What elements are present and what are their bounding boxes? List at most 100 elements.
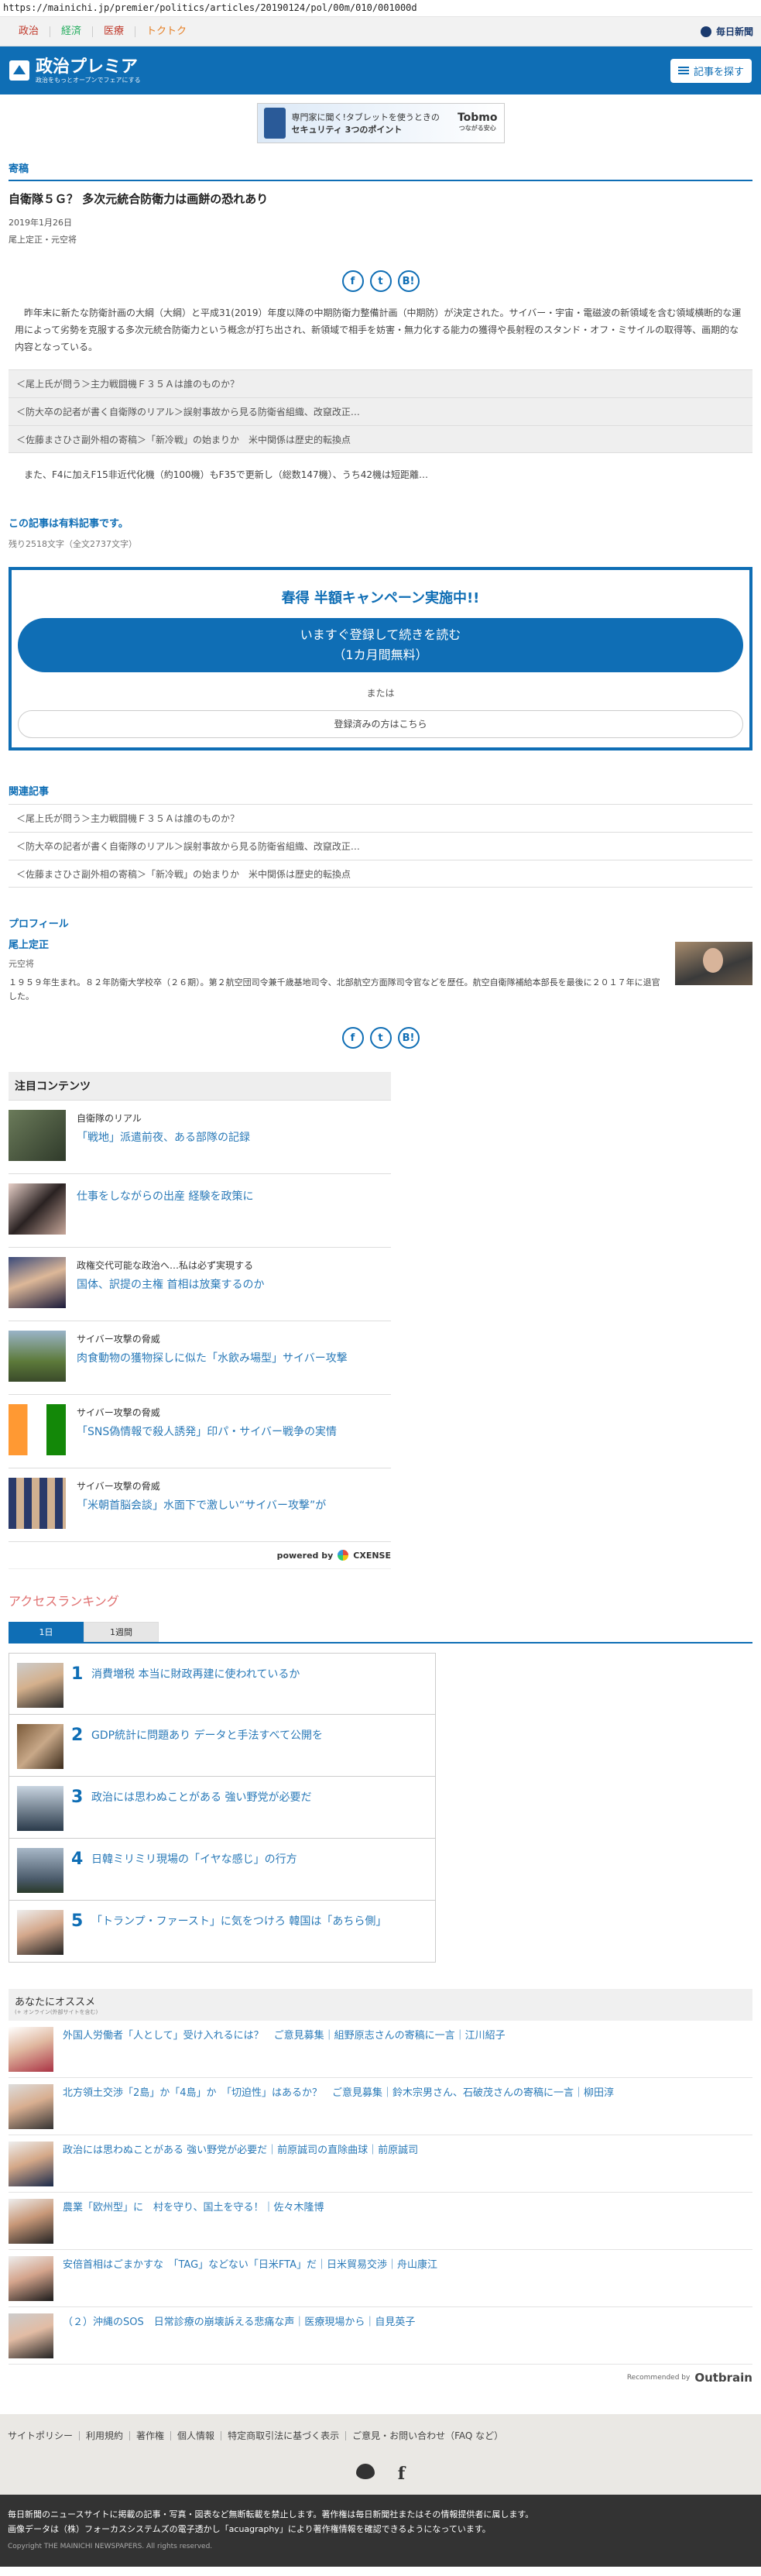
footer-link-copyright[interactable]: 著作権 [130, 2431, 172, 2440]
related-article-link[interactable]: ＜佐藤まさひさ副外相の寄稿＞「新冷戦」の始まりか 米中関係は歴史的転換点 [9, 860, 752, 888]
hatena-bookmark-icon[interactable]: B! [397, 1027, 420, 1049]
ranking-title[interactable]: 「トランプ・ファースト」に気をつけろ 韓国は「あちら側」 [91, 1913, 386, 1929]
tab-daily[interactable]: 1日 [9, 1622, 84, 1642]
ranking-item[interactable]: 1 消費増税 本当に財政再建に使われているか [9, 1653, 436, 1715]
attention-thumbnail [9, 1257, 66, 1308]
ranking-title[interactable]: GDP統計に問題あり データと手法すべて公開を [91, 1727, 323, 1743]
recommend-item[interactable]: 北方領土交渉「2島」か「4島」か 「切迫性」はあるか？ ご意見募集｜鈴木宗男さん… [9, 2078, 752, 2135]
twitter-icon[interactable] [355, 2464, 375, 2479]
access-ranking-heading: アクセスランキング [9, 1594, 119, 1609]
twitter-share-icon[interactable]: t [369, 270, 392, 292]
nav-link-medical[interactable]: 医療 [93, 26, 136, 37]
hatena-bookmark-icon[interactable]: B! [397, 270, 420, 292]
ranking-item[interactable]: 5 「トランプ・ファースト」に気をつけろ 韓国は「あちら側」 [9, 1901, 436, 1963]
recommend-item[interactable]: 外国人労働者「人として」受け入れるには？ ご意見募集｜組野原志さんの寄稿に一言｜… [9, 2021, 752, 2078]
ranking-title[interactable]: 日韓ミリミリ現場の「イヤな感じ」の行方 [91, 1851, 297, 1867]
footer-link-contact[interactable]: ご意見・お問い合わせ（FAQ など） [346, 2431, 509, 2440]
recommend-title[interactable]: 外国人労働者「人として」受け入れるには？ ご意見募集｜組野原志さんの寄稿に一言｜… [63, 2028, 506, 2068]
facebook-icon[interactable]: f [398, 2464, 405, 2484]
recommend-item[interactable]: 政治には思わぬことがある 強い野党が必要だ｜前原誠司の直除曲球｜前原誠司 [9, 2135, 752, 2193]
outbrain-label: Recommended by [626, 2374, 691, 2382]
attention-item[interactable]: 自衛隊のリアル 「戦地」派遣前夜、ある部隊の記録 [9, 1101, 391, 1174]
attention-heading: 注目コンテンツ [9, 1072, 391, 1101]
cxense-logo-icon [338, 1550, 349, 1561]
mainichi-logo[interactable]: 毎日新聞 [700, 25, 753, 38]
attention-thumbnail [9, 1331, 66, 1382]
nav-link-economy[interactable]: 経済 [50, 26, 94, 37]
attention-item[interactable]: サイバー攻撃の脅威 肉食動物の獲物探しに似た「水飲み場型」サイバー攻撃 [9, 1321, 391, 1395]
recommend-title[interactable]: （２）沖縄のSOS 日常診療の崩壊訴える悲痛な声｜医療現場から｜自見英子 [63, 2315, 415, 2354]
attention-item[interactable]: サイバー攻撃の脅威「米朝首脳会談」水面下で激しい“サイバー攻撃”が [9, 1468, 391, 1542]
recommend-item[interactable]: 安倍首相はごまかすな 「TAG」などない「日米FTA」だ｜日米貿易交渉｜舟山康江 [9, 2250, 752, 2307]
site-footer: サイトポリシー 利用規約 著作権 個人情報 特定商取引法に基づく表示 ご意見・お… [0, 2414, 761, 2495]
brand-logo-icon [9, 60, 29, 81]
article-lead: 昨年末に新たな防衛計画の大綱（大綱）と平成31(2019）年度以降の中期防衛力整… [15, 307, 742, 352]
attention-title[interactable]: 「米朝首脳会談」水面下で激しい“サイバー攻撃”が [77, 1497, 326, 1513]
footer-link-site-policy[interactable]: サイトポリシー [8, 2431, 81, 2440]
search-articles-button[interactable]: 記事を探す [670, 58, 752, 83]
ad-brand-sub: つながる安心 [458, 125, 496, 132]
recommend-subheading: (+ オンライン(外部サイトを含む) [15, 2009, 98, 2015]
recommend-thumbnail [9, 2313, 53, 2358]
twitter-share-icon[interactable]: t [369, 1027, 392, 1049]
attention-thumbnail [9, 1404, 66, 1455]
attention-item[interactable]: 仕事をしながらの出産 経験を政策に [9, 1174, 391, 1248]
nav-link-tokutoku[interactable]: トクトク [135, 26, 197, 37]
ad-banner[interactable]: 専門家に聞く!タブレットを使うときの セキュリティ 3つのポイント Tobmo … [256, 103, 505, 143]
recommend-title[interactable]: 農業「欧州型」に 村を守り、国土を守る！｜佐々木隆博 [63, 2200, 324, 2240]
recommend-item[interactable]: （２）沖縄のSOS 日常診療の崩壊訴える悲痛な声｜医療現場から｜自見英子 [9, 2307, 752, 2365]
attention-title[interactable]: 「戦地」派遣前夜、ある部隊の記録 [77, 1129, 250, 1145]
attention-thumbnail [9, 1110, 66, 1161]
nav-link-politics[interactable]: 政治 [8, 26, 51, 37]
recommend-thumbnail [9, 2199, 53, 2244]
recommend-item[interactable]: 農業「欧州型」に 村を守り、国土を守る！｜佐々木隆博 [9, 2193, 752, 2250]
footer-link-terms[interactable]: 利用規約 [80, 2431, 131, 2440]
attention-title[interactable]: 仕事をしながらの出産 経験を政策に [77, 1188, 253, 1204]
inline-link-item[interactable]: ＜佐藤まさひさ副外相の寄稿＞「新冷戦」の始まりか 米中関係は歴史的転換点 [9, 425, 752, 453]
ranking-title[interactable]: 消費増税 本当に財政再建に使われているか [91, 1666, 300, 1681]
campaign-title: 春得 半額キャンペーン実施中!! [281, 590, 480, 606]
ranking-item[interactable]: 3 政治には思わぬことがある 強い野党が必要だ [9, 1777, 436, 1839]
outbrain-brand: Outbrain [694, 2371, 752, 2385]
inline-link-item[interactable]: ＜防大卒の記者が書く自衛隊のリアル＞誤射事故から見る防衛省組織、改竄改正… [9, 397, 752, 425]
ranking-item[interactable]: 4 日韓ミリミリ現場の「イヤな感じ」の行方 [9, 1839, 436, 1901]
footer-link-privacy[interactable]: 個人情報 [171, 2431, 222, 2440]
inline-link-item[interactable]: ＜尾上氏が問う＞主力戦闘機Ｆ３５Ａは誰のものか？ [9, 369, 752, 397]
footer-links: サイトポリシー 利用規約 著作権 個人情報 特定商取引法に基づく表示 ご意見・お… [8, 2431, 753, 2440]
login-button[interactable]: 登録済みの方はこちら [18, 710, 743, 738]
recommend-thumbnail [9, 2142, 53, 2186]
register-continue-button[interactable]: いますぐ登録して続きを読む （1カ月間無料） [18, 618, 743, 672]
facebook-share-icon[interactable]: f [341, 270, 364, 292]
attention-title[interactable]: 肉食動物の獲物探しに似た「水飲み場型」サイバー攻撃 [77, 1350, 348, 1365]
ranking-number: 2 [71, 1726, 84, 1745]
related-article-link[interactable]: ＜尾上氏が問う＞主力戦闘機Ｆ３５Ａは誰のものか？ [9, 804, 752, 832]
article-date: 2019年1月26日 [9, 218, 72, 228]
facebook-share-icon[interactable]: f [341, 1027, 364, 1049]
ranking-title[interactable]: 政治には思わぬことがある 強い野党が必要だ [91, 1789, 311, 1805]
footer-notice-1: 毎日新聞のニュースサイトに掲載の記事・写真・図表など無断転載を禁止します。著作権… [8, 2509, 534, 2519]
recommend-title[interactable]: 北方領土交渉「2島」か「4島」か 「切迫性」はあるか？ ご意見募集｜鈴木宗男さん… [63, 2086, 614, 2125]
profile-photo [675, 942, 752, 985]
footer-link-commercial-law[interactable]: 特定商取引法に基づく表示 [221, 2431, 347, 2440]
top-nav: 政治 経済 医療 トクトク 毎日新聞 [0, 17, 761, 46]
attention-item[interactable]: 政権交代可能な政治へ…私は必ず実現する 国体、訳提の主権 首相は放棄するのか [9, 1248, 391, 1321]
footer-notice: 毎日新聞のニュースサイトに掲載の記事・写真・図表など無断転載を禁止します。著作権… [0, 2495, 761, 2567]
ranking-item[interactable]: 2 GDP統計に問題あり データと手法すべて公開を [9, 1715, 436, 1777]
recommend-header: あなたにオススメ (+ オンライン(外部サイトを含む) [9, 1989, 752, 2021]
attention-title[interactable]: 「SNS偽情報で殺人誘発」印パ・サイバー戦争の実情 [77, 1424, 337, 1439]
attention-contents: 注目コンテンツ 自衛隊のリアル 「戦地」派遣前夜、ある部隊の記録 仕事をしながらの… [9, 1072, 391, 1569]
attention-title[interactable]: 国体、訳提の主権 首相は放棄するのか [77, 1276, 264, 1292]
attention-category: サイバー攻撃の脅威 [77, 1481, 160, 1492]
site-brand[interactable]: 政治プレミア 政治をもっとオープンでフェアにする [9, 57, 141, 84]
tab-weekly[interactable]: 1週間 [84, 1622, 159, 1642]
profile-bio: １９５９年生まれ。８２年防衛大学校卒（２６期）。第２航空団司令兼千歳基地司令、北… [9, 977, 660, 1001]
outbrain-credit[interactable]: Recommended by Outbrain [9, 2365, 752, 2391]
footer-notice-2: 画像データは（株）フォーカスシステムズの電子透かし「acuagraphy」により… [8, 2524, 491, 2534]
attention-thumbnail [9, 1478, 66, 1529]
attention-item[interactable]: サイバー攻撃の脅威 「SNS偽情報で殺人誘発」印パ・サイバー戦争の実情 [9, 1395, 391, 1468]
related-article-link[interactable]: ＜防大卒の記者が書く自衛隊のリアル＞誤射事故から見る防衛省組織、改竄改正… [9, 832, 752, 860]
url-bar[interactable]: https://mainichi.jp/premier/politics/art… [0, 0, 761, 17]
powered-by-cxense[interactable]: powered by CXENSE [9, 1542, 391, 1569]
recommend-title[interactable]: 政治には思わぬことがある 強い野党が必要だ｜前原誠司の直除曲球｜前原誠司 [63, 2143, 418, 2183]
recommend-title[interactable]: 安倍首相はごまかすな 「TAG」などない「日米FTA」だ｜日米貿易交渉｜舟山康江 [63, 2258, 437, 2297]
